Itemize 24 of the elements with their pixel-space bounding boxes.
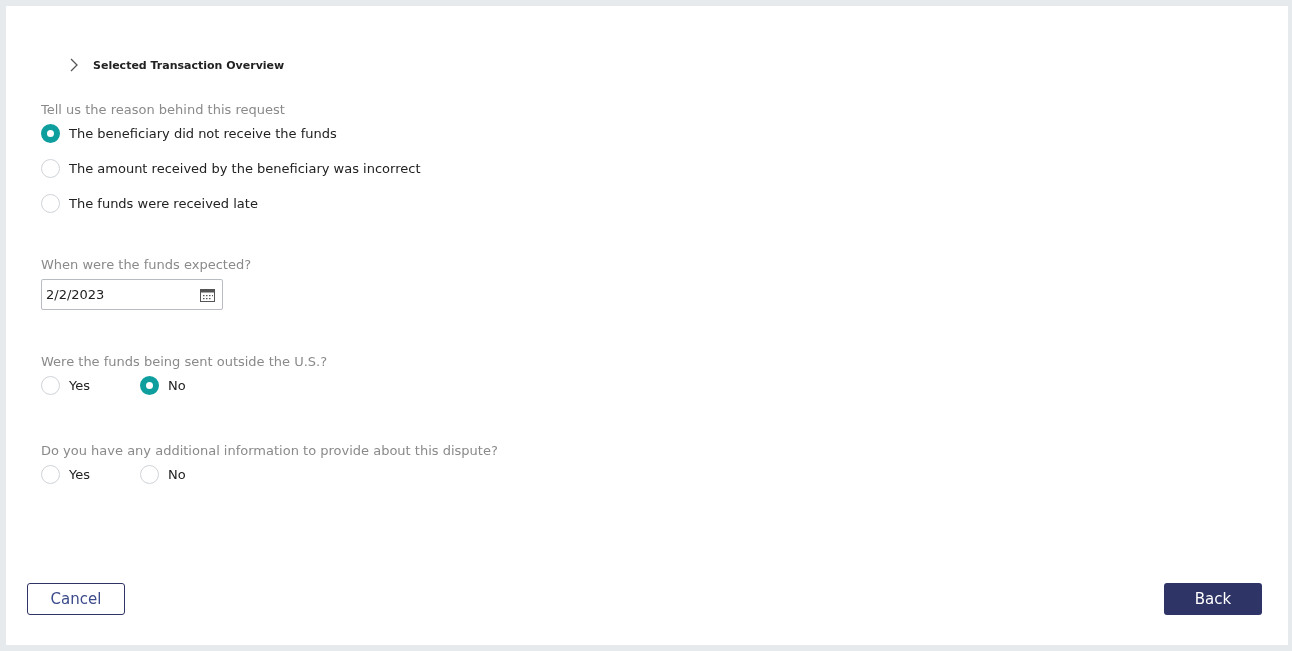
cancel-button[interactable]: Cancel: [27, 583, 125, 615]
option-label[interactable]: The amount received by the beneficiary was incorrect: [69, 161, 421, 176]
question-label: When were the funds expected?: [41, 257, 253, 272]
back-button[interactable]: Back: [1164, 583, 1262, 615]
chevron-icon[interactable]: [70, 58, 78, 72]
radio-button[interactable]: [41, 465, 60, 484]
radio-button[interactable]: [140, 465, 159, 484]
option-label[interactable]: Yes: [69, 378, 90, 393]
option-label[interactable]: Yes: [69, 467, 90, 482]
radio-button[interactable]: [41, 124, 60, 143]
question-label: Were the funds being sent outside the U.S.?: [41, 354, 329, 369]
date-field[interactable]: 2/2/2023: [41, 279, 223, 310]
radio-button[interactable]: [41, 159, 60, 178]
option-label[interactable]: No: [168, 378, 186, 393]
section-title[interactable]: Selected Transaction Overview: [93, 58, 285, 72]
calendar-icon[interactable]: [200, 287, 215, 302]
radio-button[interactable]: [41, 194, 60, 213]
option-label[interactable]: The beneficiary did not receive the funds: [69, 126, 337, 141]
question-label: Do you have any additional information to provide about this dispute?: [41, 443, 499, 458]
radio-button[interactable]: [140, 376, 159, 395]
option-label[interactable]: The funds were received late: [69, 196, 258, 211]
option-label[interactable]: No: [168, 467, 186, 482]
question-label: Tell us the reason behind this request: [41, 102, 286, 117]
radio-button[interactable]: [41, 376, 60, 395]
